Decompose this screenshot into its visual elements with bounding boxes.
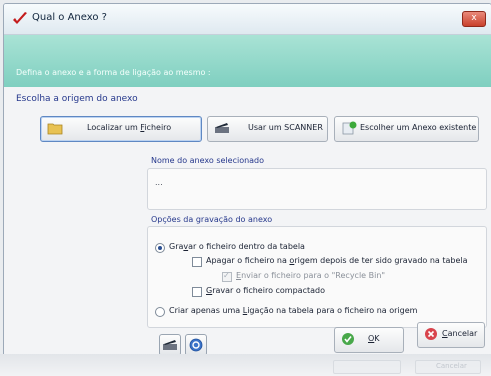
cancel-button-reflection: Cancelar <box>415 360 481 374</box>
compressed-checkbox[interactable] <box>192 287 202 297</box>
cancel-label: Cancelar <box>442 329 478 338</box>
choose-existing-label: Escolher um Anexo existente <box>360 123 477 132</box>
scanner-button[interactable]: Usar um SCANNER <box>207 116 328 142</box>
cancel-icon <box>425 328 437 340</box>
selected-name-label: Nome do anexo selecionado <box>151 156 265 165</box>
scanner-label: Usar um SCANNER <box>248 123 323 132</box>
ok-label: OK <box>368 334 380 343</box>
save-in-table-radio[interactable] <box>155 243 165 253</box>
options-title: Opções da gravação do anexo <box>151 215 273 224</box>
save-in-table-label[interactable]: Gravar o ficheiro dentro da tabela <box>169 242 305 251</box>
folder-icon <box>47 123 63 135</box>
delete-origin-label[interactable]: Apagar o ficheiro na origem depois de te… <box>206 256 468 265</box>
info-button[interactable] <box>185 334 207 354</box>
link-only-label[interactable]: Criar apenas uma Ligação na tabela para … <box>169 306 417 315</box>
locate-file-label: Localizar um Ficheiro <box>87 123 172 132</box>
recycle-bin-checkbox[interactable] <box>222 271 232 282</box>
info-icon <box>189 338 203 352</box>
ok-button-reflection <box>333 360 401 374</box>
close-button[interactable]: x <box>462 11 486 27</box>
locate-file-button[interactable]: Localizar um Ficheiro <box>40 116 202 142</box>
cancel-button[interactable]: Cancelar <box>417 322 485 348</box>
checkmark-app-icon <box>13 12 27 24</box>
dialog-window: Qual o Anexo ? x Defina o anexo e a form… <box>3 3 491 355</box>
scanner-small-button[interactable] <box>159 334 181 354</box>
window-title: Qual o Anexo ? <box>32 12 107 23</box>
header-banner <box>4 35 491 87</box>
ok-check-icon <box>342 333 354 345</box>
ok-button[interactable]: OK <box>334 327 404 353</box>
link-only-radio[interactable] <box>155 307 165 317</box>
close-icon: x <box>471 13 477 23</box>
scanner-icon <box>215 123 229 133</box>
selected-name-value: ... <box>155 178 163 187</box>
choose-existing-button[interactable]: Escolher um Anexo existente <box>334 116 479 142</box>
compressed-label[interactable]: Gravar o ficheiro compactado <box>206 286 325 295</box>
window-reflection: Cancelar <box>0 354 491 376</box>
banner-text: Defina o anexo e a forma de ligação ao m… <box>16 68 211 77</box>
title-bar: Qual o Anexo ? x <box>4 4 491 35</box>
cancel-reflection-text: Cancelar <box>436 362 467 370</box>
scanner-small-icon <box>163 340 177 350</box>
options-panel: Gravar o ficheiro dentro da tabela Apaga… <box>147 226 487 328</box>
source-section-title: Escolha a origem do anexo <box>16 94 138 104</box>
attachment-icon <box>342 121 357 135</box>
delete-origin-checkbox[interactable] <box>192 257 202 267</box>
selected-name-field[interactable]: ... <box>147 168 487 210</box>
recycle-bin-label: Enviar o ficheiro para o "Recycle Bin" <box>236 271 386 280</box>
